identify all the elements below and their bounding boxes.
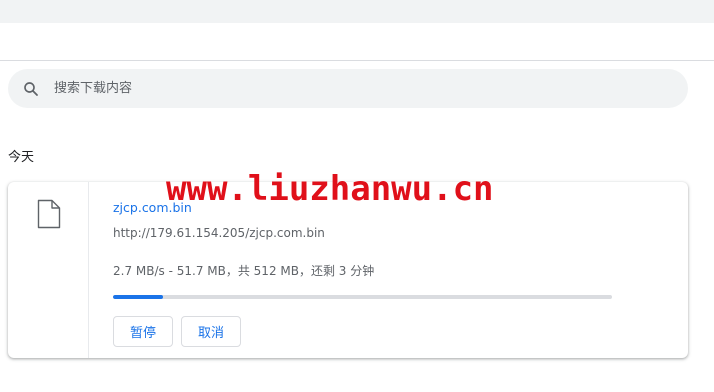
download-progress-bar xyxy=(113,295,612,299)
search-box[interactable] xyxy=(8,69,688,108)
header-bar xyxy=(0,23,714,61)
file-icon-column xyxy=(8,182,89,358)
search-icon[interactable] xyxy=(22,80,40,98)
download-status: 2.7 MB/s - 51.7 MB，共 512 MB，还剩 3 分钟 xyxy=(113,264,375,278)
file-source-url[interactable]: http://179.61.154.205/zjcp.com.bin xyxy=(113,226,325,240)
search-input[interactable] xyxy=(54,69,654,108)
window-top-strip xyxy=(0,0,714,23)
file-icon xyxy=(37,199,61,229)
pause-button[interactable]: 暂停 xyxy=(113,316,173,347)
date-group-label: 今天 xyxy=(8,150,35,165)
download-progress-fill xyxy=(113,295,164,299)
watermark-text: www.liuzhanwu.cn xyxy=(166,169,494,209)
cancel-button[interactable]: 取消 xyxy=(181,316,241,347)
